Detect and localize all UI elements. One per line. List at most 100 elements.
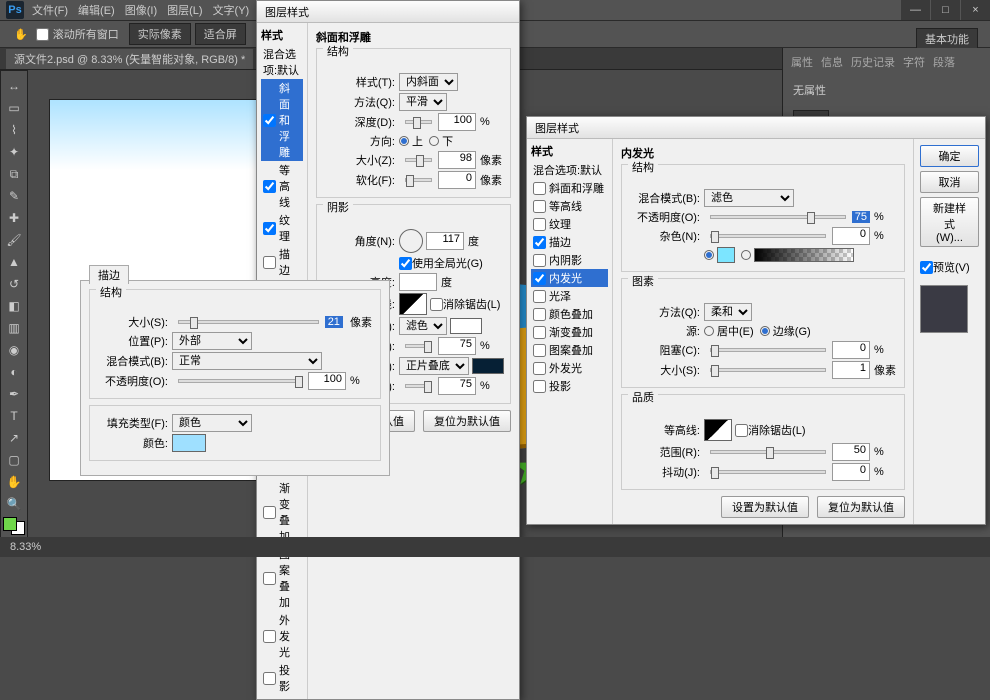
ig-source-center-radio[interactable] [704,326,714,336]
menu-file[interactable]: 文件(F) [32,2,68,18]
marquee-tool-icon[interactable]: ▭ [3,98,25,118]
blend-options-row[interactable]: 混合选项:默认 [261,45,303,79]
style2-gradoverlay[interactable]: 渐变叠加 [531,323,608,341]
shadow-opacity-slider[interactable] [405,384,432,388]
ig-range-slider[interactable] [710,450,826,454]
color-swatches[interactable] [3,516,25,536]
shadow-color-swatch[interactable] [472,358,504,374]
stroke-tab[interactable]: 描边 [89,265,129,284]
panel-tab-paragraph[interactable]: 段落 [933,54,955,70]
blend-options-row-2[interactable]: 混合选项:默认 [531,161,608,179]
fill-type-select[interactable]: 颜色 [172,414,252,432]
style-row-gradoverlay[interactable]: 渐变叠加 [261,479,303,545]
ig-opacity-slider[interactable] [710,215,846,219]
ig-source-edge-radio[interactable] [760,326,770,336]
close-button[interactable]: × [960,0,990,20]
type-tool-icon[interactable]: T [3,406,25,426]
panel-tab-history[interactable]: 历史记录 [851,54,895,70]
technique-select[interactable]: 平滑 [399,93,447,111]
style2-dropshadow[interactable]: 投影 [531,377,608,395]
preview-checkbox[interactable] [920,261,933,274]
path-tool-icon[interactable]: ↗ [3,428,25,448]
style2-contour[interactable]: 等高线 [531,197,608,215]
menu-image[interactable]: 图像(I) [125,2,157,18]
new-style-button[interactable]: 新建样式(W)... [920,197,979,247]
lasso-tool-icon[interactable]: ⌇ [3,120,25,140]
blur-tool-icon[interactable]: ◉ [3,340,25,360]
shadow-opacity-value[interactable]: 75 [438,377,476,395]
eyedropper-tool-icon[interactable]: ✎ [3,186,25,206]
maximize-button[interactable]: □ [930,0,960,20]
document-tab[interactable]: 源文件2.psd @ 8.33% (矢量智能对象, RGB/8) * [6,49,253,69]
menu-layer[interactable]: 图层(L) [167,2,202,18]
ig-antialias-checkbox[interactable] [735,424,748,437]
make-default-button-2[interactable]: 设置为默认值 [721,496,809,518]
history-brush-icon[interactable]: ↺ [3,274,25,294]
angle-value[interactable]: 117 [426,232,464,250]
stroke-size-value[interactable]: 21 [325,316,343,328]
pen-tool-icon[interactable]: ✒ [3,384,25,404]
depth-value[interactable]: 100 [438,113,476,131]
altitude-value[interactable] [399,273,437,291]
shadow-mode-select[interactable]: 正片叠底 [399,357,469,375]
fg-color-swatch[interactable] [3,517,17,531]
zoom-tool-icon[interactable]: 🔍 [3,494,25,514]
style2-texture[interactable]: 纹理 [531,215,608,233]
highlight-opacity-slider[interactable] [405,344,432,348]
actual-pixels-button[interactable]: 实际像素 [129,23,191,45]
bevel-size-slider[interactable] [405,158,432,162]
ig-technique-select[interactable]: 柔和 [704,303,752,321]
minimize-button[interactable]: — [900,0,930,20]
soften-slider[interactable] [405,178,432,182]
crop-tool-icon[interactable]: ⧉ [3,164,25,184]
stroke-size-slider[interactable] [178,320,319,324]
stamp-tool-icon[interactable]: ▲ [3,252,25,272]
ig-size-value[interactable]: 1 [832,361,870,379]
style2-bevel[interactable]: 斜面和浮雕 [531,179,608,197]
stroke-opacity-value[interactable]: 100 [308,372,346,390]
ig-noise-slider[interactable] [710,234,826,238]
menu-type[interactable]: 文字(Y) [213,2,250,18]
dodge-tool-icon[interactable]: ◐ [3,362,25,382]
ig-blend-select[interactable]: 滤色 [704,189,794,207]
zoom-level[interactable]: 8.33% [10,541,41,553]
style-row-stroke[interactable]: 描边 [261,245,303,279]
reset-default-button-2[interactable]: 复位为默认值 [817,496,905,518]
style-row-dropshadow[interactable]: 投影 [261,661,303,695]
ig-gradient-radio[interactable] [741,250,751,260]
style-select[interactable]: 内斜面 [399,73,458,91]
scroll-all-checkbox[interactable]: 滚动所有窗口 [36,26,119,42]
style-row-texture[interactable]: 纹理 [261,211,303,245]
ig-size-slider[interactable] [710,368,826,372]
stroke-opacity-slider[interactable] [178,379,302,383]
move-tool-icon[interactable]: ↔ [3,76,25,96]
ig-noise-value[interactable]: 0 [832,227,870,245]
reset-default-button[interactable]: 复位为默认值 [423,410,511,432]
panel-tab-properties[interactable]: 属性 [791,54,813,70]
dir-up-radio[interactable] [399,136,409,146]
style2-stroke[interactable]: 描边 [531,233,608,251]
style-row-outerglow[interactable]: 外发光 [261,611,303,661]
gloss-contour-picker[interactable] [399,293,427,315]
ig-choke-value[interactable]: 0 [832,341,870,359]
ok-button[interactable]: 确定 [920,145,979,167]
style-row-bevel[interactable]: 斜面和浮雕 [261,79,303,161]
stroke-color-swatch[interactable] [172,434,206,452]
fit-screen-button[interactable]: 适合屏 [195,23,246,45]
bevel-size-value[interactable]: 98 [438,151,476,169]
eraser-tool-icon[interactable]: ◧ [3,296,25,316]
heal-tool-icon[interactable]: ✚ [3,208,25,228]
style2-innerglow[interactable]: 内发光 [531,269,608,287]
ig-range-value[interactable]: 50 [832,443,870,461]
ig-opacity-value[interactable]: 75 [852,211,870,223]
style2-satin[interactable]: 光泽 [531,287,608,305]
ig-jitter-slider[interactable] [710,470,826,474]
cancel-button[interactable]: 取消 [920,171,979,193]
global-light-checkbox[interactable] [399,257,412,270]
stroke-blend-select[interactable]: 正常 [172,352,322,370]
dir-down-radio[interactable] [429,136,439,146]
hand-tool-icon2[interactable]: ✋ [3,472,25,492]
ig-color-radio[interactable] [704,250,714,260]
style2-innershadow[interactable]: 内阴影 [531,251,608,269]
style2-outerglow[interactable]: 外发光 [531,359,608,377]
